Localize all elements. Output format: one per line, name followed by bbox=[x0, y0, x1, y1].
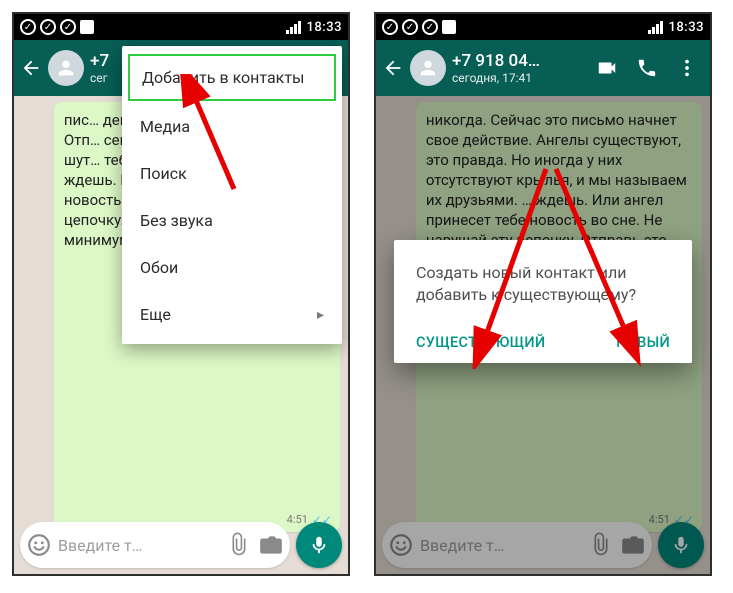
call-icon[interactable] bbox=[636, 57, 658, 79]
menu-more[interactable]: Еще ▸ bbox=[122, 291, 342, 338]
attach-icon[interactable] bbox=[226, 532, 252, 558]
menu-more-label: Еще bbox=[140, 305, 171, 324]
input-bar: Введите т… bbox=[20, 522, 342, 568]
notification-icon: ✓ bbox=[422, 19, 438, 35]
screenshot-left: ✓ ✓ ✓ 18:33 +7 сег п bbox=[12, 12, 350, 576]
notification-icon: ✓ bbox=[382, 19, 398, 35]
screenshot-right: ✓ ✓ ✓ 18:33 +7 918 04… сегодня, 17:41 bbox=[374, 12, 712, 576]
notification-icon: ✓ bbox=[20, 19, 36, 35]
dialog-existing-button[interactable]: СУЩЕСТВУЮЩИЙ bbox=[416, 334, 545, 351]
menu-wallpaper[interactable]: Обои bbox=[122, 244, 342, 291]
chat-title: +7 918 04… bbox=[452, 51, 590, 71]
dialog-new-button[interactable]: НОВЫЙ bbox=[616, 334, 670, 351]
avatar[interactable] bbox=[48, 50, 84, 86]
menu-search[interactable]: Поиск bbox=[122, 150, 342, 197]
status-bar: ✓ ✓ ✓ 18:33 bbox=[14, 14, 348, 40]
back-icon[interactable] bbox=[20, 57, 42, 79]
menu-add-to-contacts[interactable]: Добавить в контакты bbox=[128, 54, 336, 101]
emoji-icon[interactable] bbox=[26, 532, 52, 558]
avatar[interactable] bbox=[410, 50, 446, 86]
status-clock: 18:33 bbox=[307, 20, 342, 35]
videocall-icon[interactable] bbox=[596, 57, 618, 79]
message-input[interactable]: Введите т… bbox=[58, 536, 220, 555]
notification-icon: ✓ bbox=[60, 19, 76, 35]
signal-icon bbox=[648, 21, 663, 34]
add-contact-dialog: Создать новый контакт или добавить к сущ… bbox=[394, 240, 692, 363]
status-bar: ✓ ✓ ✓ 18:33 bbox=[376, 14, 710, 40]
back-icon[interactable] bbox=[382, 57, 404, 79]
notification-icon bbox=[442, 20, 456, 34]
notification-icon: ✓ bbox=[40, 19, 56, 35]
mic-button[interactable] bbox=[296, 522, 342, 568]
chat-header[interactable]: +7 918 04… сегодня, 17:41 bbox=[376, 40, 710, 96]
signal-icon bbox=[286, 21, 301, 34]
chat-subtitle: сегодня, 17:41 bbox=[452, 71, 590, 85]
menu-mute[interactable]: Без звука bbox=[122, 197, 342, 244]
camera-icon[interactable] bbox=[258, 532, 284, 558]
menu-media[interactable]: Медиа bbox=[122, 103, 342, 150]
status-clock: 18:33 bbox=[669, 20, 704, 35]
notification-icon: ✓ bbox=[402, 19, 418, 35]
chevron-right-icon: ▸ bbox=[317, 307, 324, 323]
overflow-menu: Добавить в контакты Медиа Поиск Без звук… bbox=[122, 46, 342, 344]
dialog-text: Создать новый контакт или добавить к сущ… bbox=[416, 262, 670, 306]
more-icon[interactable] bbox=[676, 57, 698, 79]
notification-icon bbox=[80, 20, 94, 34]
